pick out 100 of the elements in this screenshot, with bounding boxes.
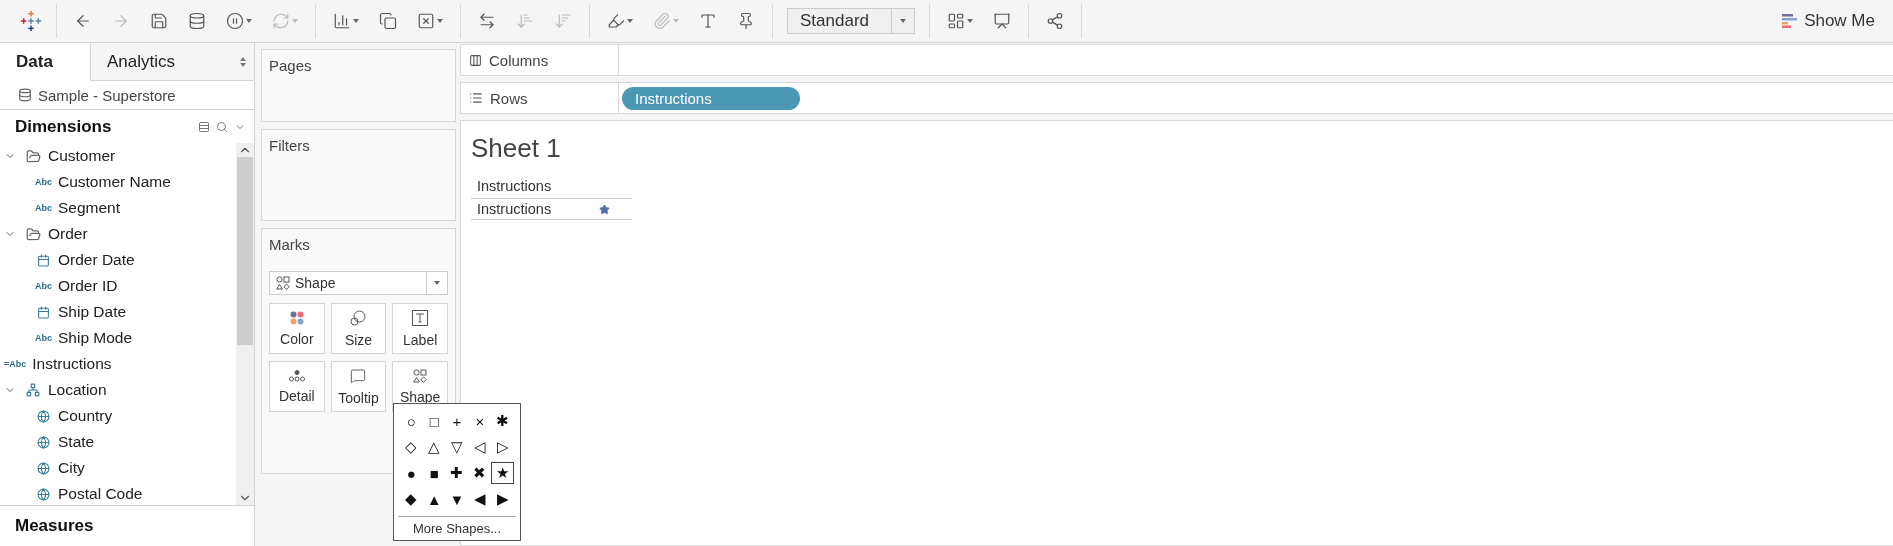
section-title: Measures bbox=[15, 516, 94, 536]
field-label: State bbox=[58, 433, 95, 451]
mark-property-button[interactable]: Size bbox=[330, 303, 387, 354]
field-item[interactable]: Ship Date bbox=[0, 299, 236, 325]
show-me-button[interactable]: Show Me bbox=[1776, 10, 1881, 32]
shape-option[interactable]: ✚ bbox=[445, 462, 469, 484]
columns-icon bbox=[469, 53, 482, 67]
shape-option[interactable]: ▶ bbox=[491, 488, 514, 510]
field-item[interactable]: =Abc Instructions bbox=[0, 351, 236, 377]
spinner-arrows-icon bbox=[240, 56, 246, 67]
mark-property-button[interactable]: Color bbox=[269, 303, 325, 354]
mark-property-button[interactable]: Tooltip bbox=[330, 361, 387, 412]
paperclip-icon bbox=[653, 12, 671, 30]
field-item[interactable]: Postal Code bbox=[0, 481, 236, 505]
field-item[interactable]: Customer bbox=[0, 143, 236, 169]
shape-option[interactable]: ▼ bbox=[445, 488, 469, 510]
database-icon bbox=[18, 88, 32, 102]
shape-option[interactable]: □ bbox=[422, 410, 446, 432]
mark-property-button[interactable]: Label bbox=[392, 303, 448, 354]
field-label: Customer Name bbox=[58, 173, 171, 191]
column-header: Instructions bbox=[471, 178, 632, 199]
mark-property-button[interactable]: Detail bbox=[269, 361, 325, 412]
globe-icon bbox=[34, 461, 52, 475]
data-type-label: Abc bbox=[34, 203, 52, 213]
field-item[interactable]: Order Date bbox=[0, 247, 236, 273]
field-item[interactable]: Location bbox=[0, 377, 236, 403]
shape-option[interactable]: ○ bbox=[400, 410, 423, 432]
field-label: Instructions bbox=[32, 355, 112, 373]
globe-icon bbox=[34, 435, 52, 449]
section-title: Dimensions bbox=[15, 116, 112, 137]
field-label: Ship Date bbox=[58, 303, 127, 321]
shape-option[interactable]: ◁ bbox=[468, 436, 492, 458]
field-item[interactable]: Abc Ship Mode bbox=[0, 325, 236, 351]
star-mark-icon bbox=[599, 203, 610, 215]
field-label: City bbox=[58, 459, 85, 477]
card-title: Pages bbox=[269, 57, 313, 74]
mark-type-dropdown[interactable]: Shape bbox=[269, 271, 448, 295]
shape-option[interactable]: △ bbox=[422, 436, 446, 458]
field-item[interactable]: State bbox=[0, 429, 236, 455]
shape-option[interactable]: ▽ bbox=[445, 436, 469, 458]
shape-option[interactable]: ◀ bbox=[468, 488, 492, 510]
field-item[interactable]: Order bbox=[0, 221, 236, 247]
field-label: Order bbox=[48, 225, 88, 243]
color-dots-icon bbox=[289, 310, 304, 325]
shape-option[interactable]: ✖ bbox=[468, 462, 492, 484]
shape-option[interactable]: ▷ bbox=[491, 436, 514, 458]
shape-option[interactable]: + bbox=[445, 410, 469, 432]
more-shapes-link[interactable]: More Shapes... bbox=[398, 521, 516, 536]
folder-icon bbox=[24, 226, 42, 242]
tooltip-icon bbox=[350, 367, 367, 384]
text-box-icon bbox=[412, 309, 429, 326]
refresh-icon bbox=[272, 12, 290, 30]
shapes-icon bbox=[276, 276, 290, 290]
view-size-dropdown[interactable]: Standard bbox=[787, 8, 915, 34]
shapes-icon bbox=[413, 368, 428, 383]
search-icon[interactable] bbox=[216, 120, 228, 133]
field-item[interactable]: City bbox=[0, 455, 236, 481]
field-label: Ship Mode bbox=[58, 329, 133, 347]
card-title: Filters bbox=[269, 137, 311, 154]
field-item[interactable]: Abc Customer Name bbox=[0, 169, 236, 195]
presentation-icon bbox=[993, 12, 1011, 30]
logo-icon[interactable] bbox=[20, 10, 42, 32]
shape-option[interactable]: ◇ bbox=[400, 436, 423, 458]
swap-icon bbox=[478, 12, 496, 30]
table-cell: Instructions bbox=[477, 201, 552, 217]
caret-icon bbox=[437, 19, 443, 23]
field-item[interactable]: Country bbox=[0, 403, 236, 429]
data-type-label: Abc bbox=[34, 333, 52, 343]
sort-descending-icon bbox=[554, 12, 572, 30]
shape-option[interactable]: × bbox=[468, 410, 492, 432]
text-box-icon bbox=[699, 12, 717, 30]
database-icon bbox=[188, 12, 206, 30]
pane-tab[interactable]: Analytics bbox=[90, 43, 254, 81]
size-circles-icon bbox=[350, 309, 367, 326]
sort-ascending-icon bbox=[516, 12, 534, 30]
shape-option[interactable]: ★ bbox=[491, 462, 514, 484]
save-icon bbox=[150, 12, 168, 30]
pin-icon bbox=[737, 12, 755, 30]
data-type-label: Abc bbox=[34, 177, 52, 187]
caret-icon bbox=[246, 19, 252, 23]
shape-option[interactable]: ■ bbox=[422, 462, 446, 484]
scrollbar[interactable] bbox=[236, 143, 254, 505]
data-source-name[interactable]: Sample - Superstore bbox=[38, 86, 176, 104]
view-list-icon[interactable] bbox=[198, 120, 210, 133]
caret-icon bbox=[292, 19, 298, 23]
highlighter-icon bbox=[607, 12, 625, 30]
shelf-label: Columns bbox=[489, 51, 549, 69]
field-label: Order ID bbox=[58, 277, 118, 295]
shape-option[interactable]: ▲ bbox=[422, 488, 446, 510]
shape-option[interactable]: ✱ bbox=[491, 410, 514, 432]
shape-option[interactable]: ◆ bbox=[400, 488, 423, 510]
rows-icon bbox=[469, 91, 483, 105]
field-label: Location bbox=[48, 381, 107, 399]
caret-icon bbox=[353, 19, 359, 23]
shape-option[interactable]: ● bbox=[400, 462, 423, 484]
field-item[interactable]: Abc Order ID bbox=[0, 273, 236, 299]
field-item[interactable]: Abc Segment bbox=[0, 195, 236, 221]
sheet-title: Sheet 1 bbox=[471, 133, 562, 164]
duplicate-icon bbox=[379, 12, 397, 30]
field-label: Country bbox=[58, 407, 113, 425]
